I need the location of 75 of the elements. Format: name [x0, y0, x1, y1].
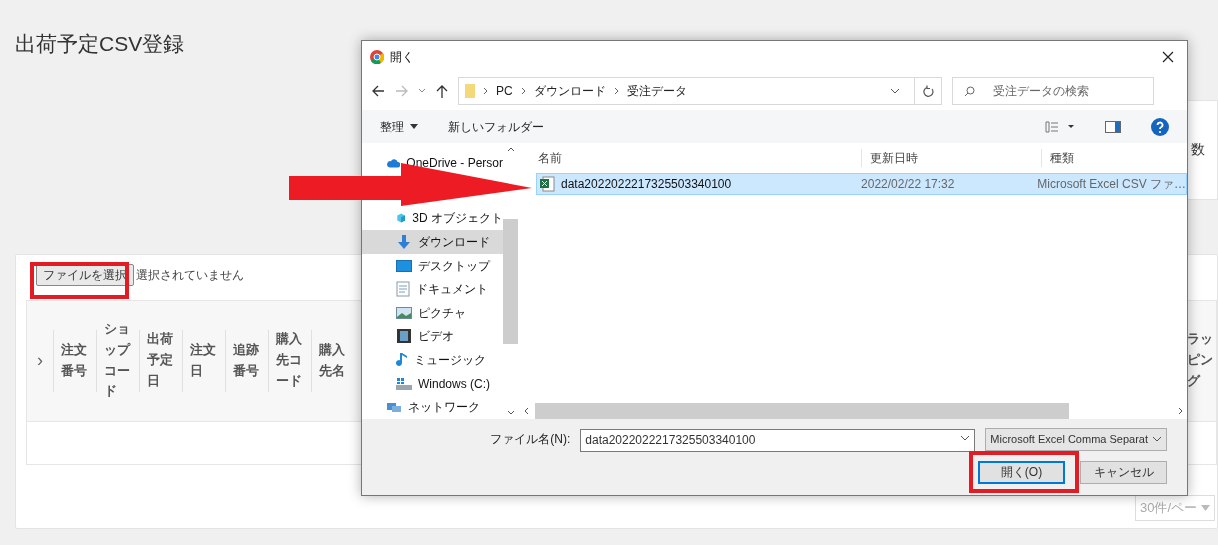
column-header: ショップコード	[104, 319, 132, 401]
chevron-left-icon	[524, 407, 529, 415]
chevron-right-icon	[613, 87, 619, 95]
breadcrumb-item[interactable]: 受注データ	[626, 82, 687, 100]
nav-pane-item[interactable]: ピクチャ	[362, 300, 503, 325]
film-icon	[396, 328, 412, 345]
chevron-up-icon	[506, 147, 515, 152]
chevron-down-icon	[1152, 435, 1162, 443]
chevron-right-icon	[520, 87, 526, 95]
column-header: 追跡番号	[233, 340, 260, 380]
folder-icon	[465, 83, 475, 99]
nav-pane-item[interactable]: ミュージック	[362, 348, 503, 372]
chevron-right-icon	[483, 87, 488, 95]
breadcrumb-item[interactable]: ダウンロード	[533, 82, 606, 100]
address-bar[interactable]: PC ダウンロード 受注データ	[458, 77, 942, 105]
preview-pane-icon[interactable]	[1105, 120, 1121, 133]
nav-pane-item[interactable]: ダウンロード	[362, 230, 503, 254]
nav-pane-item[interactable]: 3D オブジェクト	[362, 206, 503, 231]
file-status: 選択されていません	[136, 266, 244, 284]
organize-menu[interactable]: 整理	[380, 117, 418, 136]
nav-pane-item[interactable]: ドキュメント	[362, 277, 503, 301]
download-arrow-icon	[396, 234, 412, 250]
open-button[interactable]: 開く(O)	[978, 460, 1065, 484]
column-header: 購入先コード	[276, 330, 303, 390]
refresh-icon[interactable]	[923, 84, 935, 98]
drive-icon	[396, 376, 412, 391]
caret-icon	[410, 124, 418, 129]
file-row[interactable]: data2022022217325503340100 2022/02/22 17:32 Microsoft Excel CSV ファ…	[536, 173, 1187, 195]
back-arrow-icon[interactable]	[372, 85, 385, 97]
search-field[interactable]: 受注データの検索	[952, 77, 1154, 105]
column-header[interactable]: 種類	[1041, 149, 1187, 167]
column-header: 注文番号	[61, 340, 88, 380]
chevron-right-icon	[1178, 407, 1183, 415]
nav-pane-item[interactable]: デスクトップ	[362, 253, 503, 278]
file-type-select[interactable]: Microsoft Excel Comma Separat	[985, 427, 1167, 451]
chevron-down-icon	[960, 435, 971, 442]
chevron-down-icon[interactable]	[890, 87, 900, 95]
up-arrow-icon[interactable]	[436, 84, 448, 98]
close-icon	[1162, 50, 1174, 63]
column-header: 購入先名	[319, 340, 346, 380]
document-icon	[396, 281, 410, 298]
file-modified: 2022/02/22 17:32	[860, 176, 956, 193]
chevron-down-icon[interactable]	[418, 88, 426, 94]
chevron-down-icon	[506, 410, 515, 415]
caret-icon	[1201, 504, 1210, 511]
column-header[interactable]: 名前	[518, 149, 861, 167]
spreadsheet-file-icon	[539, 176, 555, 192]
nav-pane-item[interactable]: ネットワーク	[362, 395, 503, 419]
expand-icon[interactable]: ›	[27, 347, 53, 374]
column-header: 出荷予定日	[147, 330, 174, 390]
help-icon[interactable]	[1151, 117, 1169, 136]
column-header[interactable]: 更新日時	[861, 149, 1041, 167]
view-options-icon[interactable]	[1045, 120, 1075, 133]
file-name-field[interactable]: data2022022217325503340100	[580, 428, 976, 452]
dialog-title: 開く	[390, 48, 414, 66]
desktop-icon	[396, 259, 412, 272]
page-title: 出荷予定CSV登録	[15, 31, 185, 57]
column-header: 数	[1191, 140, 1205, 159]
file-type: Microsoft Excel CSV ファ…	[1036, 176, 1186, 193]
network-icon	[386, 401, 402, 414]
file-name: data2022022217325503340100	[561, 176, 732, 193]
new-folder-button[interactable]: 新しいフォルダー	[448, 117, 544, 136]
column-header: ラッピング	[1187, 330, 1214, 390]
cloud-icon	[386, 156, 401, 169]
file-name-label: ファイル名(N):	[490, 431, 571, 449]
nav-pane-item[interactable]: OneDrive - Persor	[362, 151, 503, 175]
picture-icon	[396, 306, 412, 319]
nav-pane-item[interactable]: Windows (C:)	[362, 371, 503, 396]
breadcrumb-item[interactable]: PC	[496, 82, 513, 100]
search-icon	[964, 86, 975, 97]
column-header: 注文日	[190, 340, 217, 380]
music-note-icon	[396, 351, 408, 368]
cancel-button[interactable]: キャンセル	[1080, 460, 1167, 484]
nav-pane-item[interactable]: ビデオ	[362, 324, 503, 349]
browser-logo-icon	[370, 49, 384, 64]
